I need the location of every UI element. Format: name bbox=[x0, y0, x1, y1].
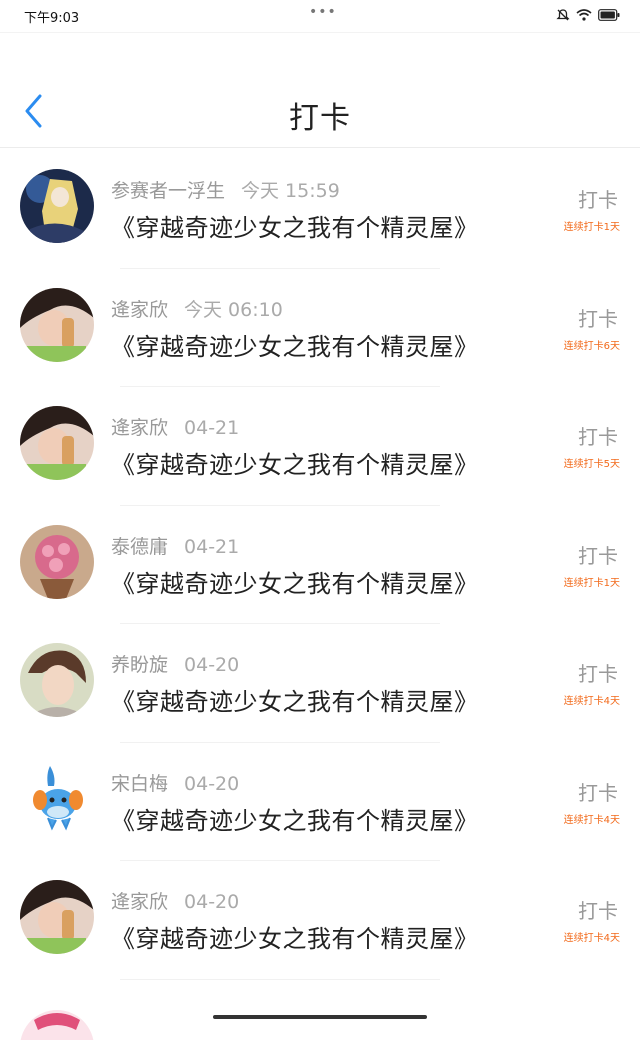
entry-meta: 逄家欣 04-21 bbox=[111, 413, 239, 440]
user-name: 泰德庸 bbox=[111, 535, 169, 558]
checkin-label: 打卡 bbox=[578, 543, 618, 568]
entry-time: 今天 15:59 bbox=[241, 180, 340, 202]
list-item[interactable]: 参赛者一浮生 今天 15:59 《穿越奇迹少女之我有个精灵屋》 打卡 连续打卡1天 bbox=[0, 150, 640, 269]
book-title: 《穿越奇迹少女之我有个精灵屋》 bbox=[111, 925, 479, 953]
list-item[interactable]: 宋白梅 04-20 《穿越奇迹少女之我有个精灵屋》 打卡 连续打卡4天 bbox=[0, 743, 640, 861]
checkin-label: 打卡 bbox=[578, 780, 618, 805]
list-item[interactable] bbox=[0, 980, 640, 1040]
user-name: 逄家欣 bbox=[111, 298, 169, 321]
list-item[interactable]: 逄家欣 04-20 《穿越奇迹少女之我有个精灵屋》 打卡 连续打卡4天 bbox=[0, 861, 640, 980]
streak-badge: 连续打卡4天 bbox=[563, 814, 620, 826]
checkin-list: 参赛者一浮生 今天 15:59 《穿越奇迹少女之我有个精灵屋》 打卡 连续打卡1天… bbox=[0, 150, 640, 1040]
avatar[interactable] bbox=[20, 1009, 94, 1040]
checkin-label: 打卡 bbox=[578, 306, 618, 331]
user-name: 逄家欣 bbox=[111, 417, 169, 439]
list-item[interactable]: 逄家欣 04-21 《穿越奇迹少女之我有个精灵屋》 打卡 连续打卡5天 bbox=[0, 387, 640, 506]
book-title: 《穿越奇迹少女之我有个精灵屋》 bbox=[111, 332, 479, 361]
avatar[interactable] bbox=[20, 524, 94, 599]
entry-time: 今天 06:10 bbox=[184, 298, 283, 321]
streak-badge: 连续打卡1天 bbox=[563, 222, 620, 233]
checkin-label: 打卡 bbox=[578, 899, 618, 923]
entry-meta: 养盼旋 04-20 bbox=[111, 650, 239, 677]
entry-time: 04-20 bbox=[184, 654, 240, 676]
streak-badge: 连续打卡4天 bbox=[563, 933, 620, 944]
user-name: 参赛者一浮生 bbox=[111, 180, 226, 202]
streak-badge: 连续打卡1天 bbox=[563, 577, 620, 589]
streak-badge: 连续打卡6天 bbox=[563, 340, 620, 352]
entry-time: 04-21 bbox=[184, 417, 240, 439]
book-title: 《穿越奇迹少女之我有个精灵屋》 bbox=[111, 214, 479, 242]
header: 打卡 bbox=[0, 32, 640, 148]
book-title: 《穿越奇迹少女之我有个精灵屋》 bbox=[111, 806, 479, 835]
entry-meta: 逄家欣 今天 06:10 bbox=[111, 295, 283, 322]
list-item[interactable]: 养盼旋 04-20 《穿越奇迹少女之我有个精灵屋》 打卡 连续打卡4天 bbox=[0, 624, 640, 743]
status-time: 下午9:03 bbox=[24, 11, 80, 26]
entry-time: 04-21 bbox=[184, 535, 240, 558]
list-item[interactable]: 逄家欣 今天 06:10 《穿越奇迹少女之我有个精灵屋》 打卡 连续打卡6天 bbox=[0, 269, 640, 387]
streak-badge: 连续打卡5天 bbox=[563, 459, 620, 470]
list-item[interactable]: 泰德庸 04-21 《穿越奇迹少女之我有个精灵屋》 打卡 连续打卡1天 bbox=[0, 506, 640, 624]
avatar[interactable] bbox=[20, 761, 94, 836]
status-icons bbox=[556, 8, 620, 22]
avatar[interactable] bbox=[20, 643, 94, 717]
checkin-label: 打卡 bbox=[578, 662, 618, 686]
avatar[interactable] bbox=[20, 880, 94, 954]
entry-meta: 泰德庸 04-21 bbox=[111, 532, 239, 559]
avatar[interactable] bbox=[20, 406, 94, 480]
wifi-icon bbox=[576, 9, 592, 21]
mute-bell-icon bbox=[556, 9, 570, 21]
window-menu-dots[interactable]: ••• bbox=[309, 4, 337, 20]
battery-icon bbox=[598, 9, 620, 21]
user-name: 养盼旋 bbox=[111, 654, 169, 676]
status-bar: 下午9:03 ••• bbox=[0, 0, 640, 32]
user-name: 宋白梅 bbox=[111, 772, 169, 795]
avatar[interactable] bbox=[20, 169, 94, 243]
book-title: 《穿越奇迹少女之我有个精灵屋》 bbox=[111, 688, 479, 716]
checkin-label: 打卡 bbox=[578, 188, 618, 212]
home-indicator[interactable] bbox=[213, 1015, 427, 1019]
entry-meta: 逄家欣 04-20 bbox=[111, 887, 239, 914]
book-title: 《穿越奇迹少女之我有个精灵屋》 bbox=[111, 451, 479, 479]
user-name: 逄家欣 bbox=[111, 891, 169, 913]
streak-badge: 连续打卡4天 bbox=[563, 696, 620, 707]
page-title: 打卡 bbox=[289, 101, 351, 136]
entry-time: 04-20 bbox=[184, 891, 240, 913]
checkin-label: 打卡 bbox=[578, 425, 618, 449]
entry-time: 04-20 bbox=[184, 772, 240, 795]
avatar[interactable] bbox=[20, 287, 94, 362]
entry-meta: 参赛者一浮生 今天 15:59 bbox=[111, 176, 340, 203]
book-title: 《穿越奇迹少女之我有个精灵屋》 bbox=[111, 569, 479, 598]
entry-meta: 宋白梅 04-20 bbox=[111, 769, 239, 796]
